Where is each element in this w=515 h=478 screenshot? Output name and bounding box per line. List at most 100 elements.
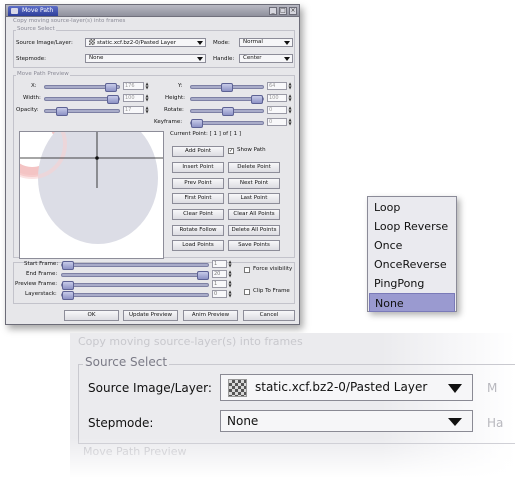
source-image-value: static.xcf.bz2-0/Pasted Layer: [97, 40, 176, 46]
y-spin[interactable]: 64: [267, 82, 287, 90]
zoom-stepmode-label: Stepmode:: [88, 416, 154, 430]
zoomed-detail-view: Copy moving source-layer(s) into frames …: [70, 333, 515, 478]
clear-point-button[interactable]: Clear Point: [172, 209, 224, 220]
update-preview-button[interactable]: Update Preview: [123, 310, 178, 321]
zoom-source-image-combo[interactable]: static.xcf.bz2-0/Pasted Layer: [220, 374, 473, 401]
clip-to-frame-checkbox[interactable]: [244, 289, 250, 295]
menu-item-none[interactable]: None: [369, 293, 455, 312]
chevron-down-icon: [197, 57, 203, 61]
preview-frame-slider[interactable]: [61, 281, 209, 290]
menu-item-loop[interactable]: Loop: [369, 198, 455, 217]
window-title-tab[interactable]: Move Path: [8, 6, 59, 16]
force-visibility-checkbox[interactable]: [244, 267, 250, 273]
close-icon[interactable]: ×: [289, 7, 297, 15]
end-frame-thumb[interactable]: [197, 271, 209, 280]
spin-arrows-icon[interactable]: ▲ ▼: [288, 106, 292, 114]
mode-combo[interactable]: Normal: [239, 38, 293, 47]
start-frame-slider[interactable]: [61, 261, 209, 270]
maximize-icon[interactable]: □: [279, 7, 287, 15]
rotate-slider-thumb[interactable]: [222, 107, 234, 116]
spin-arrows-icon[interactable]: ▲ ▼: [228, 280, 232, 288]
layerstack-thumb[interactable]: [62, 291, 74, 300]
show-path-checkbox[interactable]: ✓: [228, 148, 234, 154]
zoom-source-image-value: static.xcf.bz2-0/Pasted Layer: [255, 380, 428, 394]
stepmode-combo[interactable]: None: [85, 54, 206, 63]
prev-point-button[interactable]: Prev Point: [172, 178, 224, 189]
title-bar[interactable]: Move Path _ □ ×: [6, 5, 299, 17]
height-slider-thumb[interactable]: [251, 95, 263, 104]
keyframe-spin[interactable]: 0: [267, 118, 287, 126]
first-point-button[interactable]: First Point: [172, 193, 224, 204]
delete-point-button[interactable]: Delete Point: [228, 162, 280, 173]
x-slider[interactable]: [44, 83, 120, 92]
spin-arrows-icon[interactable]: ▲ ▼: [145, 82, 149, 90]
layerstack-spin[interactable]: 0: [212, 290, 227, 298]
opacity-slider[interactable]: [44, 107, 120, 116]
x-slider-thumb[interactable]: [105, 83, 117, 92]
spin-arrows-icon[interactable]: ▲ ▼: [145, 94, 149, 102]
start-frame-label: Start Frame:: [24, 261, 59, 267]
add-point-button[interactable]: Add Point: [172, 146, 224, 157]
menu-item-once[interactable]: Once: [369, 236, 455, 255]
ok-button[interactable]: OK: [64, 310, 119, 321]
menu-item-loop-reverse[interactable]: Loop Reverse: [369, 217, 455, 236]
source-image-combo[interactable]: static.xcf.bz2-0/Pasted Layer: [85, 38, 206, 47]
stepmode-dropdown-menu: Loop Loop Reverse Once OnceReverse PingP…: [367, 196, 457, 312]
spin-arrows-icon[interactable]: ▲ ▼: [288, 82, 292, 90]
opacity-slider-thumb[interactable]: [56, 107, 68, 116]
next-point-button[interactable]: Next Point: [228, 178, 280, 189]
anim-preview-button[interactable]: Anim Preview: [183, 310, 238, 321]
width-slider[interactable]: [44, 95, 120, 104]
rotate-follow-button[interactable]: Rotate Follow: [172, 225, 224, 236]
chevron-down-icon: [284, 57, 290, 61]
end-frame-spin[interactable]: 20: [212, 270, 227, 278]
preview-frame-spin[interactable]: 1: [212, 280, 227, 288]
menu-item-once-reverse[interactable]: OnceReverse: [369, 255, 455, 274]
height-slider[interactable]: [190, 95, 264, 104]
zoom-stepmode-combo[interactable]: None: [220, 410, 473, 432]
keyframe-slider[interactable]: [190, 119, 264, 128]
y-slider[interactable]: [190, 83, 264, 92]
clear-all-points-button[interactable]: Clear All Points: [228, 209, 280, 220]
source-image-label: Source Image/Layer:: [16, 40, 73, 46]
show-path-label: Show Path: [237, 147, 266, 153]
keyframe-slider-thumb[interactable]: [191, 119, 203, 128]
x-label: X:: [31, 83, 37, 89]
last-point-button[interactable]: Last Point: [228, 193, 280, 204]
preview-frame-thumb[interactable]: [62, 281, 74, 290]
start-frame-thumb[interactable]: [62, 261, 74, 270]
width-spin[interactable]: 100: [123, 94, 144, 102]
spin-arrows-icon[interactable]: ▲ ▼: [288, 94, 292, 102]
opacity-label: Opacity:: [16, 107, 39, 113]
layerstack-label: Layerstack:: [25, 291, 57, 297]
mode-label: Mode:: [213, 40, 230, 46]
handle-combo[interactable]: Center: [239, 54, 293, 63]
zoom-stepmode-value: None: [227, 414, 259, 428]
path-preview-canvas[interactable]: [19, 131, 164, 259]
zoom-handle-label-cut: Ha: [487, 416, 504, 430]
opacity-spin[interactable]: 17: [123, 106, 144, 114]
spin-arrows-icon[interactable]: ▲ ▼: [228, 290, 232, 298]
width-slider-thumb[interactable]: [107, 95, 119, 104]
height-spin[interactable]: 100: [267, 94, 287, 102]
layer-thumbnail-icon: [89, 39, 95, 45]
insert-point-button[interactable]: Insert Point: [172, 162, 224, 173]
x-spin[interactable]: 176: [123, 82, 144, 90]
end-frame-slider[interactable]: [61, 271, 209, 280]
spin-arrows-icon[interactable]: ▲ ▼: [145, 106, 149, 114]
spin-arrows-icon[interactable]: ▲ ▼: [228, 270, 232, 278]
start-frame-spin[interactable]: 1: [212, 260, 227, 268]
y-slider-thumb[interactable]: [221, 83, 233, 92]
minimize-icon[interactable]: _: [269, 7, 277, 15]
spin-arrows-icon[interactable]: ▲ ▼: [288, 118, 292, 126]
preview-image: [20, 132, 163, 244]
menu-item-pingpong[interactable]: PingPong: [369, 274, 455, 293]
rotate-spin[interactable]: 0: [267, 106, 287, 114]
save-points-button[interactable]: Save Points: [228, 240, 280, 251]
spin-arrows-icon[interactable]: ▲ ▼: [228, 260, 232, 268]
rotate-slider[interactable]: [190, 107, 264, 116]
delete-all-points-button[interactable]: Delete All Points: [228, 225, 280, 236]
layerstack-slider[interactable]: [61, 291, 209, 300]
load-points-button[interactable]: Load Points: [172, 240, 224, 251]
cancel-button[interactable]: Cancel: [243, 310, 295, 321]
